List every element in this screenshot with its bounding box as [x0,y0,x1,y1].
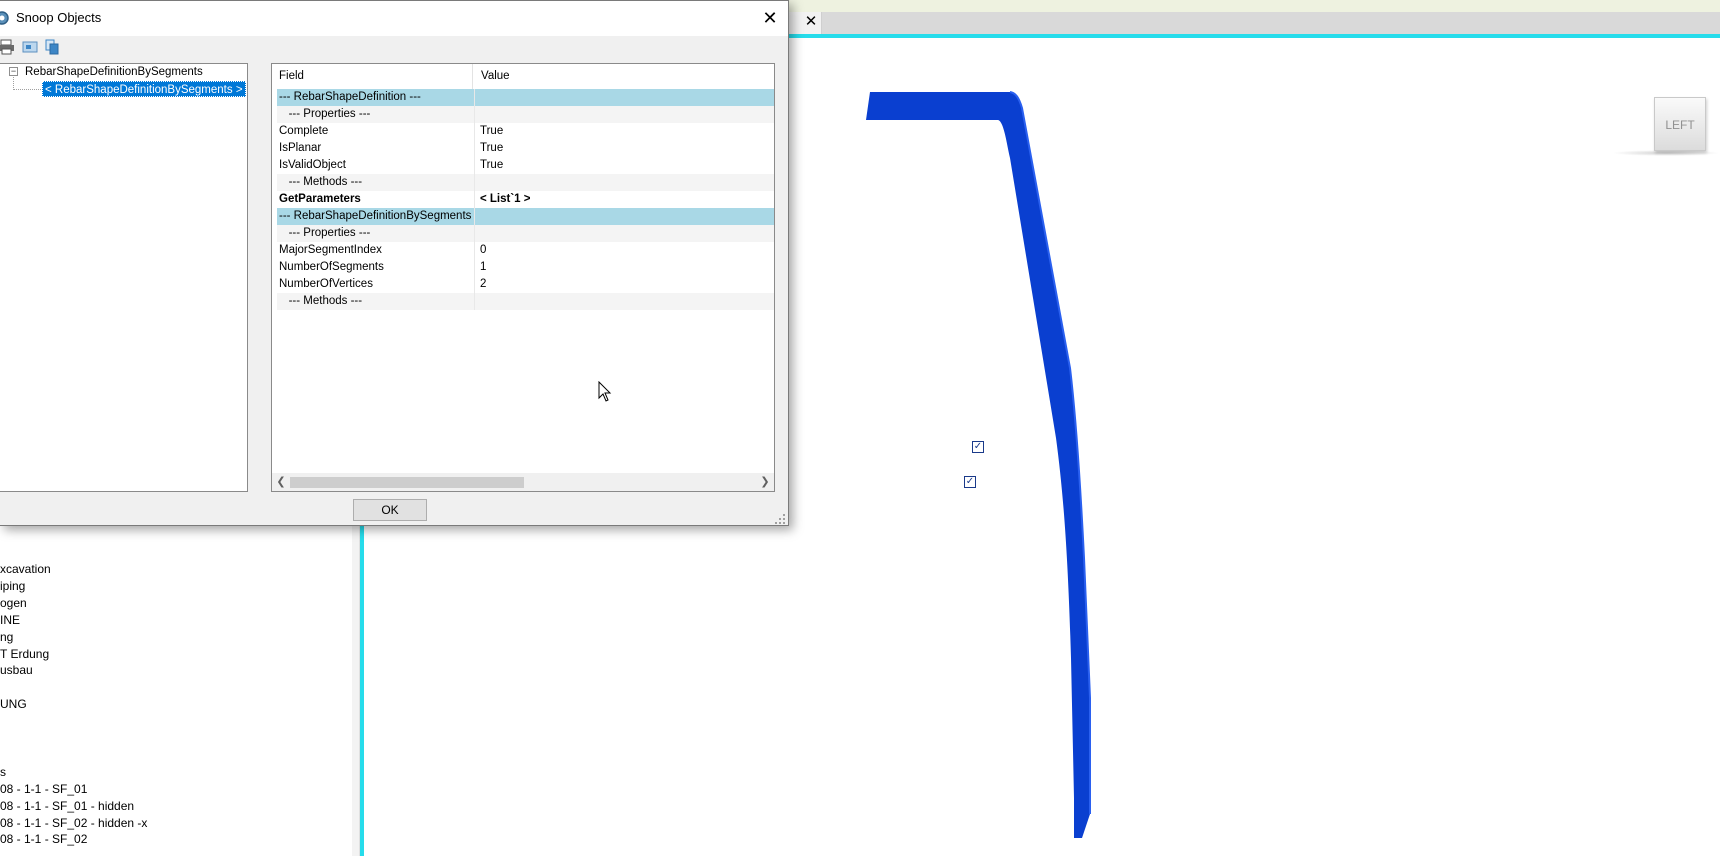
grip-checkbox-1[interactable]: ✓ [972,441,984,453]
grid-row[interactable]: --- Methods --- [277,293,774,310]
mouse-cursor-icon [598,381,612,402]
grid-cell-value: < List`1 > [474,191,774,208]
dialog-title: Snoop Objects [16,10,102,25]
layer-list-item[interactable]: s [0,763,6,781]
layer-list-item[interactable]: INE [0,611,20,629]
grid-cell-field: NumberOfSegments [279,261,384,273]
grid-row[interactable]: Complete True [277,123,774,140]
grid-cell-field: Complete [279,125,329,137]
grid-cell-field: GetParameters [279,193,361,205]
dialog-toolbar [0,36,788,58]
layer-list-item[interactable]: 08 - 1-1 - SF_02 [0,830,87,848]
grid-row[interactable]: MajorSegmentIndex 0 [277,242,774,259]
object-tree: − RebarShapeDefinitionBySegments < Rebar… [0,63,248,492]
grid-cell-field: NumberOfVertices [279,278,373,290]
view-tab-close-button[interactable]: ✕ [803,12,819,32]
grid-row[interactable]: NumberOfSegments 1 [277,259,774,276]
column-header-field[interactable]: Field [272,64,473,89]
snoop-app-icon [0,11,9,25]
grid-cell-value: 0 [474,242,774,259]
snoop-screen-icon[interactable] [21,38,39,56]
grid-cell-field: --- RebarShapeDefinitionBySegments --- [279,210,474,222]
panel-splitter[interactable] [352,524,360,856]
grid-cell-value: 2 [474,276,774,293]
tree-collapse-toggle[interactable]: − [9,67,18,76]
grid-row[interactable]: --- Properties --- [277,225,774,242]
grid-row[interactable]: IsPlanar True [277,140,774,157]
layer-list-item[interactable]: iping [0,577,25,595]
grid-cell-field: IsPlanar [279,142,322,154]
grid-cell-value: True [474,140,774,157]
close-button[interactable]: ✕ [752,5,788,31]
column-header-value[interactable]: Value [474,64,774,89]
ok-button[interactable]: OK [353,499,427,521]
resize-grip-icon[interactable] [774,513,786,525]
layer-list-item[interactable]: T Erdung [0,645,49,663]
grid-cell-value [474,174,774,191]
grid-cell-value [474,106,774,123]
layer-list-item[interactable]: xcavation [0,560,51,578]
layer-list-item[interactable]: UNG [0,695,27,713]
grid-cell-field: IsValidObject [279,159,346,171]
layer-list-item[interactable]: ng [0,628,13,646]
grid-row[interactable]: --- RebarShapeDefinition --- [277,89,774,106]
layer-list-item[interactable]: usbau [0,661,33,679]
scroll-left-arrow-icon[interactable]: ❮ [274,473,288,491]
viewcube-left-face[interactable]: LEFT [1654,97,1706,151]
layer-list: xcavation iping ogen INE ng T Erdung usbau UNG s… [0,560,350,856]
grid-row[interactable]: NumberOfVertices 2 [277,276,774,293]
app-top-bar [718,0,1720,12]
grid-cell-value [474,225,774,242]
grid-row[interactable]: --- RebarShapeDefinitionBySegments --- [277,208,774,225]
grid-cell-field: --- Properties --- [279,227,371,239]
grid-cell-field: MajorSegmentIndex [279,244,382,256]
grid-cell-value [474,293,774,310]
properties-grid: Field Value --- RebarShapeDefinition ---… [271,63,775,492]
grid-cell-value: True [474,123,774,140]
grid-cell-field: --- Methods --- [279,295,363,307]
tree-connector [13,89,41,90]
copy-icon[interactable] [43,38,61,56]
grid-row[interactable]: --- Properties --- [277,106,774,123]
grid-cell-field: --- RebarShapeDefinition --- [279,91,421,103]
scrollbar-thumb[interactable] [290,477,524,488]
layer-list-item[interactable]: 08 - 1-1 - SF_02 - hidden -x [0,814,147,832]
grid-row[interactable]: --- Methods --- [277,174,774,191]
grid-cell-value: True [474,157,774,174]
rebar-shape [866,91,1091,838]
tree-node-root[interactable]: RebarShapeDefinitionBySegments [25,65,203,79]
scroll-right-arrow-icon[interactable]: ❯ [758,473,772,491]
layer-list-item[interactable]: ogen [0,594,27,612]
snoop-objects-dialog: Snoop Objects ✕ − RebarShapeDefinitionBy… [0,0,789,526]
horizontal-scrollbar[interactable]: ❮ ❯ [272,473,774,491]
dialog-title-bar[interactable]: Snoop Objects ✕ [0,1,788,36]
grid-cell-value [474,208,774,225]
layer-list-item[interactable]: 08 - 1-1 - SF_01 - hidden [0,797,134,815]
grid-header: Field Value [272,64,774,89]
grid-cell-field: --- Properties --- [279,108,371,120]
grid-row[interactable]: GetParameters < List`1 > [277,191,774,208]
grid-rows: --- RebarShapeDefinition --- --- Propert… [277,89,774,310]
view-tab-strip [780,12,1720,34]
print-icon[interactable] [0,38,16,56]
grid-cell-value: 1 [474,259,774,276]
grid-cell-value [474,89,774,106]
grid-row[interactable]: IsValidObject True [277,157,774,174]
grip-checkbox-2[interactable]: ✓ [964,476,976,488]
layer-list-item[interactable]: 08 - 1-1 - SF_01 [0,780,87,798]
grid-cell-field: --- Methods --- [279,176,363,188]
tree-node-selected[interactable]: < RebarShapeDefinitionBySegments > [42,81,246,97]
